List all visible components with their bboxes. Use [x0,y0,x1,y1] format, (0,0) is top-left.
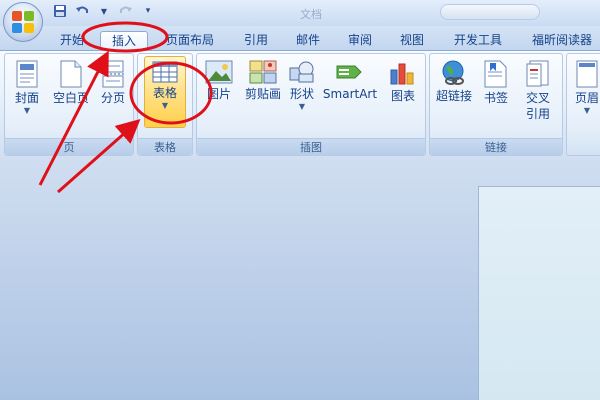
tab-insert[interactable]: 插入 [100,31,148,50]
tab-foxit-reader[interactable]: 福昕阅读器 [524,31,600,50]
page-break-button[interactable]: 分页 [93,56,133,136]
page-break-label: 分页 [100,91,125,105]
clip-art-label: 剪贴画 [244,87,281,101]
chevron-down-icon: ▼ [298,102,306,111]
smartart-icon [336,65,362,79]
picture-label: 图片 [206,87,231,101]
tab-review[interactable]: 审阅 [340,31,380,50]
chevron-down-icon: ▼ [161,101,169,110]
cover-page-button[interactable]: 封面 ▼ [7,56,47,136]
hyperlink-icon [442,60,464,85]
cross-reference-button[interactable]: 交叉 引用 [518,56,558,136]
cross-reference-label-line2: 引用 [525,107,550,121]
cover-page-icon [16,60,38,88]
chevron-down-icon: ▼ [583,106,591,115]
cross-reference-icon [526,60,549,87]
chart-button[interactable]: 图表 [383,56,423,136]
dropdown-icon[interactable]: ▼ [96,3,112,19]
picture-button[interactable]: 图片 [199,56,239,136]
ribbon-tabs: 开始 插入 页面布局 引用 邮件 审阅 视图 开发工具 福昕阅读器 [0,26,600,50]
office-button[interactable] [3,2,43,42]
blank-page-button[interactable]: 空白页 [51,56,91,136]
ribbon-insert: 封面 ▼ 空白页 分页 页 表格 ▼ 表格 图片 剪贴画 形状 ▼ SmartA… [0,50,600,157]
header-label: 页眉 [574,91,599,105]
quick-access-toolbar: ▼ ▾ [52,3,156,19]
page-break-icon [102,60,124,88]
blank-page-icon [60,60,82,88]
table-button[interactable]: 表格 ▼ [144,56,186,128]
chart-icon [390,63,414,85]
bookmark-icon [484,60,507,88]
bookmark-label: 书签 [483,91,508,105]
title-bar: ▼ ▾ 文档 [0,0,600,42]
customize-qat-icon[interactable]: ▾ [140,3,156,19]
smartart-button[interactable]: SmartArt [319,56,381,136]
save-icon[interactable] [52,3,68,19]
document-page[interactable] [478,186,600,400]
smartart-label: SmartArt [322,87,378,101]
tab-page-layout[interactable]: 页面布局 [160,31,220,50]
document-title: 文档 [300,8,322,21]
group-pages: 封面 ▼ 空白页 分页 页 [4,53,134,156]
table-icon [152,61,178,83]
undo-icon[interactable] [74,3,90,19]
hyperlink-label: 超链接 [435,89,472,103]
group-pages-label: 页 [5,138,133,155]
header-icon [576,60,598,88]
header-button[interactable]: 页眉 ▼ [569,56,600,136]
shapes-label: 形状 [289,87,314,101]
chevron-down-icon: ▼ [23,106,31,115]
table-label: 表格 [152,86,177,100]
group-illustrations-label: 插图 [197,138,425,155]
tab-view[interactable]: 视图 [392,31,432,50]
shapes-icon [289,61,314,83]
cross-reference-label-line1: 交叉 [525,91,550,105]
tab-mailings[interactable]: 邮件 [288,31,328,50]
chart-label: 图表 [390,89,415,103]
group-links: 超链接 书签 交叉 引用 链接 [429,53,563,156]
clip-art-icon [249,60,277,84]
group-tables-label: 表格 [138,138,192,155]
office-logo-icon [12,11,34,33]
group-header-footer: 页眉 ▼ [566,53,600,156]
group-illustrations: 图片 剪贴画 形状 ▼ SmartArt 图表 插图 [196,53,426,156]
redo-icon[interactable] [118,3,134,19]
tab-developer[interactable]: 开发工具 [448,31,508,50]
group-links-label: 链接 [430,138,562,155]
tab-references[interactable]: 引用 [236,31,276,50]
title-search-box[interactable] [440,4,540,20]
picture-icon [205,60,233,84]
tab-home[interactable]: 开始 [50,31,94,50]
shapes-button[interactable]: 形状 ▼ [287,56,317,136]
group-tables: 表格 ▼ 表格 [137,53,193,156]
hyperlink-button[interactable]: 超链接 [432,56,476,136]
bookmark-button[interactable]: 书签 [478,56,514,136]
blank-page-label: 空白页 [52,91,89,105]
clip-art-button[interactable]: 剪贴画 [241,56,285,136]
cover-page-label: 封面 [14,91,39,105]
